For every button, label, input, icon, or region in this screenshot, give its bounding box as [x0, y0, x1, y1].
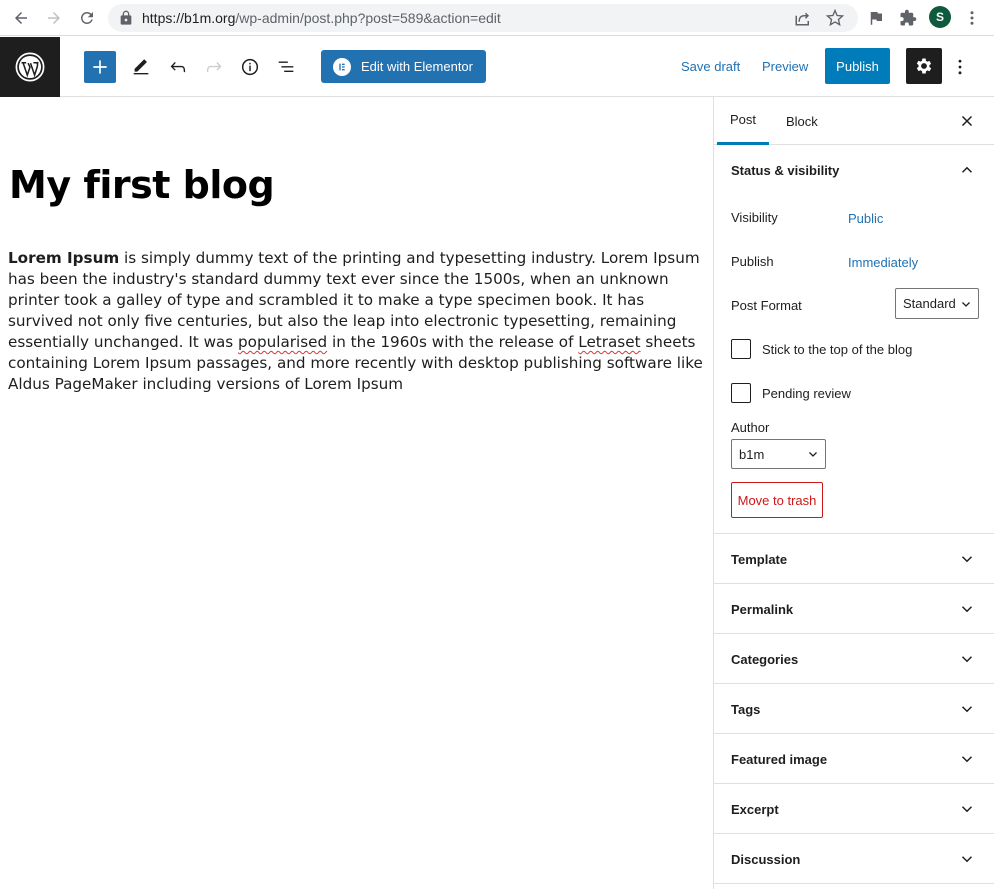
post-format-label: Post Format — [731, 298, 802, 313]
edit-tools-pencil-icon[interactable] — [129, 55, 153, 79]
panel-discussion-label: Discussion — [731, 852, 801, 867]
post-title[interactable]: My first blog — [9, 163, 275, 207]
elementor-icon — [333, 57, 351, 76]
panel-discussion[interactable]: Discussion — [714, 834, 994, 884]
paragraph-block[interactable]: Lorem Ipsum is simply dummy text of the … — [8, 248, 708, 395]
panel-excerpt-label: Excerpt — [731, 802, 779, 817]
panel-categories[interactable]: Categories — [714, 634, 994, 684]
panel-tags-label: Tags — [731, 702, 761, 717]
chevron-down-icon — [957, 599, 977, 619]
chevron-down-icon — [957, 699, 977, 719]
settings-button[interactable] — [906, 48, 942, 84]
editor-canvas: My first blog Lorem Ipsum is simply dumm… — [0, 97, 713, 889]
undo-icon[interactable] — [166, 55, 190, 79]
panel-permalink-label: Permalink — [731, 602, 794, 617]
misspelled-word: Letraset — [578, 333, 641, 351]
chevron-down-icon — [957, 799, 977, 819]
status-visibility-panel: Status & visibility Visibility Public Pu… — [714, 145, 994, 534]
publish-date-toggle[interactable]: Immediately — [848, 255, 918, 270]
add-block-button[interactable] — [84, 51, 116, 83]
pending-review-label: Pending review — [762, 386, 851, 401]
chevron-down-icon — [957, 549, 977, 569]
sidebar-tabs: Post Block — [714, 97, 994, 145]
share-icon[interactable] — [794, 9, 812, 27]
browser-menu-icon[interactable] — [962, 8, 982, 28]
redo-icon[interactable] — [202, 55, 226, 79]
plus-icon — [93, 60, 107, 74]
body-bold-text: Lorem Ipsum — [8, 249, 120, 267]
body-text-part2: in the 1960s with the release of — [327, 333, 579, 351]
panel-template[interactable]: Template — [714, 534, 994, 584]
chevron-down-icon — [962, 301, 970, 307]
panel-featured-image-label: Featured image — [731, 752, 828, 767]
extensions-puzzle-icon[interactable] — [898, 8, 918, 28]
chevron-down-icon — [809, 452, 817, 457]
panel-excerpt[interactable]: Excerpt — [714, 784, 994, 834]
forward-arrow-icon[interactable] — [42, 6, 66, 30]
sticky-checkbox[interactable] — [731, 339, 751, 359]
editor-toolbar: Edit with Elementor Save draft Preview P… — [0, 37, 994, 97]
visibility-toggle[interactable]: Public — [848, 211, 883, 226]
panel-permalink[interactable]: Permalink — [714, 584, 994, 634]
chevron-down-icon — [957, 749, 977, 769]
tab-post[interactable]: Post — [717, 97, 770, 145]
reload-icon[interactable] — [75, 6, 99, 30]
panel-featured-image[interactable]: Featured image — [714, 734, 994, 784]
url-path: /wp-admin/post.php?post=589&action=edit — [235, 10, 501, 26]
url-text: https://b1m.org/wp-admin/post.php?post=5… — [142, 10, 501, 26]
url-host: https://b1m.org — [142, 10, 236, 26]
post-format-select[interactable]: Standard — [895, 288, 979, 319]
save-draft-button[interactable]: Save draft — [681, 59, 740, 74]
panel-template-label: Template — [731, 552, 788, 567]
post-format-value: Standard — [903, 296, 956, 311]
list-view-icon[interactable] — [274, 55, 298, 79]
chevron-down-icon — [957, 649, 977, 669]
chevron-down-icon — [957, 849, 977, 869]
panel-categories-label: Categories — [731, 652, 799, 667]
status-visibility-title[interactable]: Status & visibility — [731, 163, 839, 178]
gear-icon — [916, 58, 932, 74]
profile-avatar[interactable]: S — [929, 6, 951, 28]
pending-review-checkbox[interactable] — [731, 383, 751, 403]
misspelled-word: popularised — [238, 333, 328, 351]
bookmark-star-icon[interactable] — [826, 9, 844, 27]
tab-block[interactable]: Block — [786, 97, 818, 145]
publish-label: Publish — [731, 254, 774, 269]
chevron-up-icon[interactable] — [957, 160, 977, 180]
tab-block-label: Block — [786, 113, 818, 129]
author-value: b1m — [739, 446, 765, 462]
sticky-label: Stick to the top of the blog — [762, 342, 913, 357]
elementor-button-label: Edit with Elementor — [361, 59, 473, 74]
edit-with-elementor-button[interactable]: Edit with Elementor — [321, 50, 486, 83]
author-label: Author — [731, 420, 770, 435]
close-icon[interactable] — [957, 111, 977, 131]
author-select[interactable]: b1m — [731, 439, 826, 469]
details-info-icon[interactable] — [238, 55, 262, 79]
settings-sidebar: Post Block Status & visibility Visibilit… — [713, 97, 994, 889]
publish-button[interactable]: Publish — [825, 48, 890, 84]
wordpress-logo-icon[interactable] — [0, 37, 60, 97]
back-arrow-icon[interactable] — [9, 6, 33, 30]
options-menu-icon[interactable] — [950, 55, 970, 79]
tab-post-label: Post — [730, 112, 757, 127]
visibility-label: Visibility — [731, 210, 778, 225]
lock-icon — [120, 10, 132, 25]
panel-tags[interactable]: Tags — [714, 684, 994, 734]
move-to-trash-button[interactable]: Move to trash — [731, 482, 823, 518]
preview-button[interactable]: Preview — [762, 59, 808, 74]
browser-toolbar: https://b1m.org/wp-admin/post.php?post=5… — [0, 0, 994, 36]
flag-icon[interactable] — [866, 8, 886, 28]
address-bar[interactable]: https://b1m.org/wp-admin/post.php?post=5… — [108, 4, 858, 32]
